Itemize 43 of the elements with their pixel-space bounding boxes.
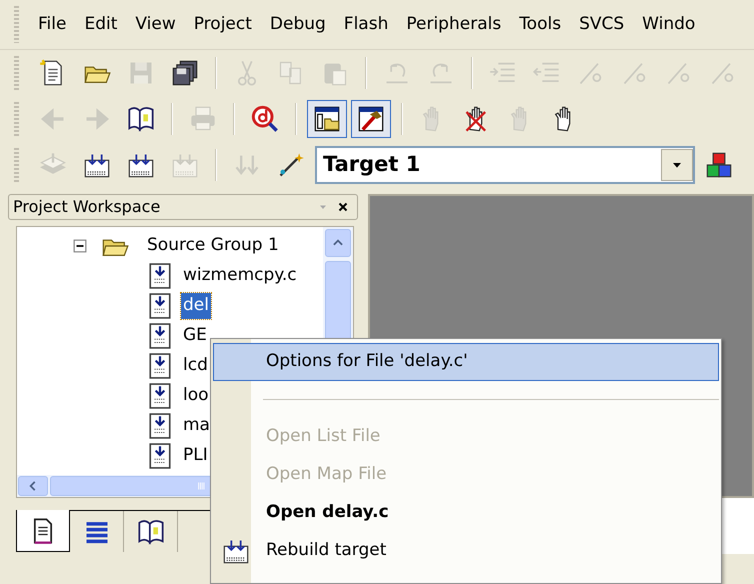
tree-item[interactable]: GE (181, 323, 209, 349)
toolbar-button[interactable] (307, 100, 347, 138)
toolbar-button[interactable] (351, 100, 391, 138)
menu-item[interactable]: File (29, 10, 76, 40)
file-icon (147, 442, 173, 470)
tree-item[interactable]: lcd (181, 353, 210, 379)
menu-item[interactable]: Edit (75, 10, 126, 40)
file-icon (147, 412, 173, 440)
tree-item[interactable]: ma (181, 413, 212, 439)
menu-item[interactable]: Tools (510, 10, 570, 40)
window-icon (313, 105, 341, 133)
hammer-icon (357, 105, 385, 133)
tree-item[interactable]: loo (181, 383, 211, 409)
close-icon (337, 201, 349, 213)
menu-item[interactable]: Project (184, 10, 261, 40)
menu-item[interactable]: Options for File 'delay.c' (213, 343, 719, 381)
panel-title: Project Workspace (13, 196, 160, 218)
file-icon (147, 382, 173, 410)
menu-item[interactable]: Flash (334, 10, 398, 40)
disks-icon (171, 59, 199, 87)
book-icon (136, 518, 164, 546)
menu-item[interactable]: Open delay.c (213, 494, 719, 532)
menu-item[interactable]: Rebuild target (213, 532, 719, 570)
tree-item[interactable]: PLI (181, 443, 210, 469)
target-dropdown[interactable]: Target 1 (315, 146, 695, 184)
file-icon (147, 322, 173, 350)
file-icon (147, 262, 173, 290)
menu-item[interactable]: Peripherals (397, 10, 510, 40)
wand-icon (277, 151, 305, 179)
printer-icon (189, 105, 217, 133)
magnifier-icon (251, 105, 279, 133)
menu-item[interactable]: Windo (633, 10, 704, 40)
tree-item[interactable]: del (181, 293, 211, 319)
menu-item[interactable]: View (126, 10, 185, 40)
menu-item[interactable]: Debug (260, 10, 335, 40)
menu-item[interactable]: SVCS (570, 10, 634, 40)
tree-item[interactable]: Source Group 1 (145, 233, 281, 259)
panel-tab[interactable] (16, 510, 70, 552)
book-icon (127, 105, 155, 133)
file-icon (147, 292, 173, 320)
file-icon (147, 352, 173, 380)
tree-item[interactable]: wizmemcpy.c (181, 263, 299, 289)
blocks-icon (705, 151, 733, 179)
